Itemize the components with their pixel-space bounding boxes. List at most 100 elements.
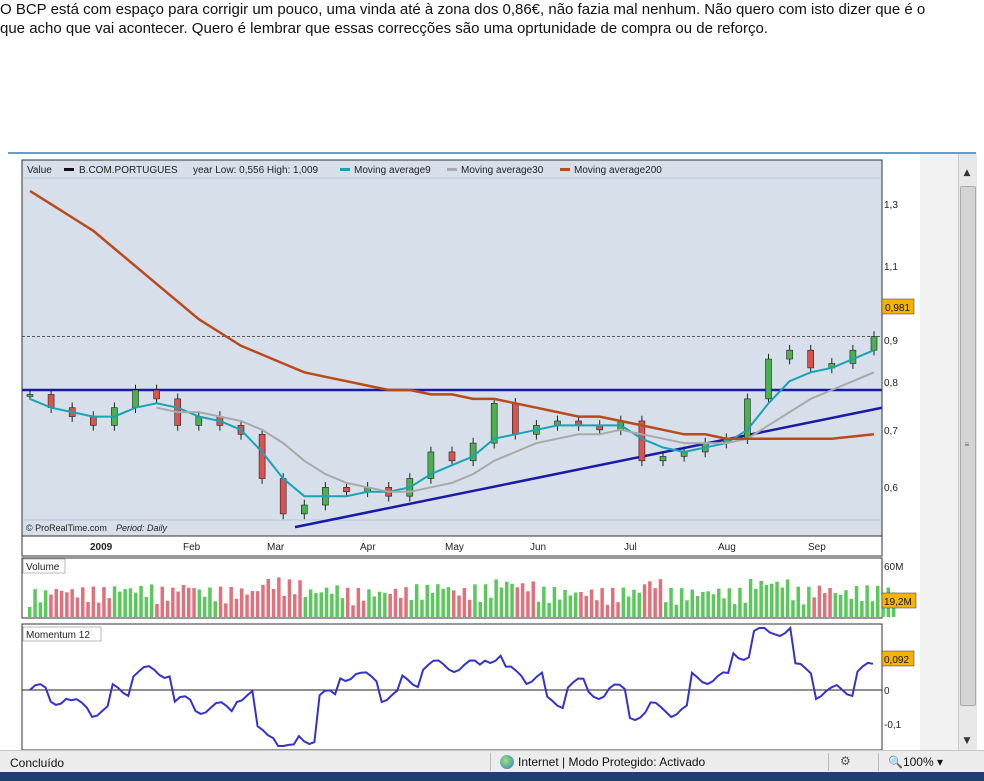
candle: [258, 433, 266, 479]
volume-bar: [505, 581, 509, 617]
volume-axis-top: 60M: [884, 562, 903, 573]
volume-bar: [245, 594, 249, 617]
candle: [90, 416, 97, 426]
x-tick: Jul: [624, 542, 637, 553]
volume-bar: [600, 588, 604, 617]
candle: [744, 398, 751, 439]
volume-bar: [118, 591, 122, 617]
volume-bar: [134, 592, 138, 617]
legend-ma9-swatch: [340, 168, 350, 171]
volume-bar: [462, 588, 467, 617]
status-bar: Concluído Internet | Modo Protegido: Act…: [0, 750, 984, 773]
volume-bar: [420, 599, 424, 617]
volume-bar: [595, 600, 599, 617]
volume-bar: [293, 594, 297, 617]
volume-bar: [823, 593, 827, 617]
volume-bar: [107, 598, 111, 617]
candle: [132, 389, 139, 409]
candle: [343, 487, 350, 493]
volume-bar: [833, 593, 838, 617]
volume-bar: [579, 592, 583, 617]
momentum-panel: [21, 623, 883, 750]
candle: [448, 451, 456, 462]
volume-bar: [234, 598, 239, 617]
volume-bar: [637, 592, 641, 617]
volume-bar: [266, 578, 270, 617]
volume-bar: [335, 585, 339, 617]
chart-svg: Value B.COM.PORTUGUES year Low: 0,556 Hi…: [21, 159, 918, 750]
volume-bar: [711, 594, 716, 617]
candle: [849, 349, 857, 364]
legend-symbol: B.COM.PORTUGUES: [79, 165, 178, 176]
zoom-level[interactable]: 🔍100% ▾: [888, 755, 943, 769]
volume-bar: [43, 590, 48, 617]
volume-bar: [28, 607, 32, 617]
volume-bar: [664, 602, 668, 617]
x-tick: May: [445, 542, 464, 553]
scroll-up-arrow-icon[interactable]: ▲: [960, 166, 974, 180]
candle: [300, 504, 308, 515]
volume-bar: [81, 587, 85, 617]
scroll-down-arrow-icon[interactable]: ▼: [960, 734, 974, 748]
volume-bar: [144, 596, 149, 617]
volume-bar: [49, 594, 53, 617]
volume-bar: [208, 587, 212, 617]
volume-bar: [112, 586, 117, 617]
volume-bar: [727, 588, 732, 617]
volume-bar: [139, 585, 143, 617]
volume-bar: [589, 589, 594, 617]
volume-bar: [785, 579, 790, 617]
volume-bar: [473, 584, 477, 617]
momentum-tag: 0,092: [884, 655, 909, 666]
volume-bar: [732, 604, 737, 617]
volume-bar: [361, 600, 366, 617]
volume-bar: [494, 579, 498, 617]
volume-bar: [536, 601, 541, 617]
volume-bar: [425, 584, 429, 617]
volume-bar: [399, 597, 403, 617]
volume-bar: [653, 588, 657, 617]
volume-bar: [838, 594, 843, 617]
status-separator: [490, 753, 491, 771]
chart-credit: © ProRealTime.com: [26, 523, 107, 533]
volume-bar: [722, 598, 726, 617]
price-axis-bg: [882, 160, 918, 536]
volume-bar: [780, 587, 785, 617]
volume-bar: [409, 600, 414, 617]
legend-ma30: Moving average30: [461, 165, 544, 176]
volume-bar: [457, 595, 461, 617]
volume-bar: [86, 601, 90, 617]
volume-bar: [531, 581, 535, 617]
x-tick: Sep: [808, 542, 826, 553]
x-tick: Feb: [183, 542, 201, 553]
volume-bar: [446, 587, 451, 617]
volume-bar: [59, 590, 64, 617]
volume-bar: [669, 587, 673, 617]
legend-value: Value: [27, 165, 52, 176]
volume-bar: [388, 593, 392, 617]
candle: [47, 394, 55, 409]
tools-icon[interactable]: ⚙: [840, 754, 851, 768]
volume-bar: [658, 579, 663, 617]
volume-bar: [171, 587, 175, 617]
volume-bar: [515, 587, 520, 617]
volume-bar: [854, 586, 859, 617]
volume-bar: [706, 591, 710, 617]
volume-bar: [611, 587, 615, 617]
candle: [870, 336, 878, 351]
volume-bar: [351, 605, 355, 617]
candle: [659, 456, 667, 462]
volume-bar: [176, 591, 180, 617]
security-zone[interactable]: Internet | Modo Protegido: Activado: [500, 755, 705, 769]
price-tick: 0,6: [884, 483, 898, 494]
volume-bar: [356, 588, 361, 617]
volume-bar: [526, 591, 530, 617]
volume-bar: [160, 586, 164, 617]
volume-bar: [367, 589, 371, 617]
volume-bar: [261, 584, 265, 617]
volume-bar: [563, 589, 567, 617]
volume-bar: [155, 603, 159, 617]
candle: [511, 402, 519, 435]
candle: [153, 389, 160, 400]
volume-bar: [372, 596, 376, 617]
